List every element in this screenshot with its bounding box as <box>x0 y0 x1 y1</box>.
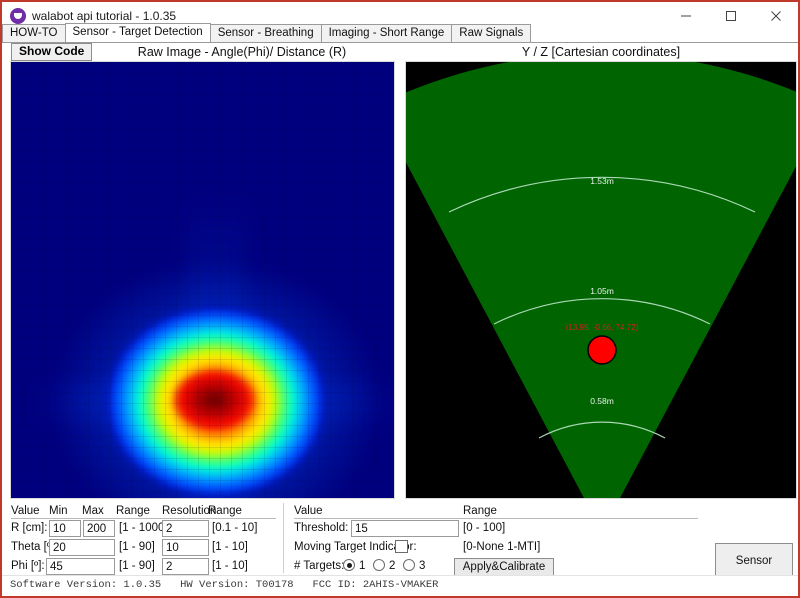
targets-radio-1-label: 1 <box>359 560 366 572</box>
cartesian-svg: 1.53m 1.05m 0.58m (13.99, -0.66, 74.72) <box>406 62 796 498</box>
r-max-input[interactable] <box>83 520 115 537</box>
r-min-input[interactable] <box>49 520 81 537</box>
cartesian-view[interactable]: 1.53m 1.05m 0.58m (13.99, -0.66, 74.72) <box>405 61 797 499</box>
tab-sensor-breathing[interactable]: Sensor - Breathing <box>209 24 322 42</box>
tab-strip: HOW-TO Sensor - Target Detection Sensor … <box>2 23 798 43</box>
theta-min-input[interactable] <box>49 539 115 556</box>
range-arc-label-1: 0.58m <box>590 396 614 406</box>
mti-checkbox[interactable] <box>395 540 408 553</box>
raw-image-heatmap[interactable] <box>10 61 395 499</box>
heatmap-peak <box>172 368 260 432</box>
threshold-range-label: [0 - 100] <box>463 522 506 534</box>
target-marker[interactable] <box>587 335 617 365</box>
r-range-label: [1 - 1000] <box>119 522 168 534</box>
theta-resolution-range-label: [1 - 10] <box>212 541 248 553</box>
sensor-wedge <box>406 62 796 498</box>
header-min: Min <box>49 505 68 517</box>
status-text: Software Version: 1.0.35 HW Version: T00… <box>10 579 439 591</box>
control-panel: Value Min Max Range Resolution Range R [… <box>2 501 798 576</box>
phi-resolution-range-label: [1 - 10] <box>212 560 248 572</box>
tab-sensor-target-detection[interactable]: Sensor - Target Detection <box>64 23 211 42</box>
range-arc-label-3: 1.53m <box>590 176 614 186</box>
phi-range-label: [1 - 90] <box>119 560 155 572</box>
targets-radio-2[interactable] <box>373 559 385 571</box>
tab-raw-signals[interactable]: Raw Signals <box>451 24 532 42</box>
header-underline-right <box>294 518 698 519</box>
theta-range-label: [1 - 90] <box>119 541 155 553</box>
group-separator <box>283 503 284 573</box>
mti-range-label: [0-None 1-MTI] <box>463 541 541 553</box>
header-range-2: Range <box>208 505 242 517</box>
row-label-phi: Phi [º]: <box>11 560 45 572</box>
left-panel-title: Raw Image - Angle(Phi)/ Distance (R) <box>137 45 347 59</box>
header-value-right: Value <box>294 505 323 517</box>
status-bar: Software Version: 1.0.35 HW Version: T00… <box>2 575 798 596</box>
r-resolution-range-label: [0.1 - 10] <box>212 522 258 534</box>
phi-min-input[interactable] <box>46 558 115 575</box>
phi-resolution-input[interactable] <box>162 558 209 575</box>
theta-resolution-input[interactable] <box>162 539 209 556</box>
row-label-r: R [cm]: <box>11 522 48 534</box>
show-code-button[interactable]: Show Code <box>11 43 93 61</box>
targets-radio-3-label: 3 <box>419 560 426 572</box>
header-value: Value <box>11 505 40 517</box>
header-range-1: Range <box>116 505 150 517</box>
header-range-right: Range <box>463 505 497 517</box>
header-underline-left <box>11 518 276 519</box>
targets-radio-1[interactable] <box>343 559 355 571</box>
target-coordinates-label: (13.99, -0.66, 74.72) <box>566 323 639 332</box>
tab-how-to[interactable]: HOW-TO <box>2 24 66 42</box>
threshold-label: Threshold: <box>294 522 349 534</box>
application-window: walabot api tutorial - 1.0.35 HOW-TO Sen… <box>0 0 800 598</box>
targets-label: # Targets: <box>294 560 345 572</box>
targets-radio-2-label: 2 <box>389 560 396 572</box>
walabot-logo-icon <box>10 8 26 24</box>
threshold-input[interactable] <box>351 520 459 537</box>
sensor-tutorial-button[interactable]: Sensor Tutorial <box>715 543 793 596</box>
r-resolution-input[interactable] <box>162 520 209 537</box>
targets-radio-3[interactable] <box>403 559 415 571</box>
range-arc-label-2: 1.05m <box>590 286 614 296</box>
header-max: Max <box>82 505 104 517</box>
right-panel-title: Y / Z [Cartesian coordinates] <box>521 45 681 59</box>
window-title: walabot api tutorial - 1.0.35 <box>32 9 177 23</box>
tab-imaging-short-range[interactable]: Imaging - Short Range <box>320 24 453 42</box>
apply-calibrate-button[interactable]: Apply&Calibrate <box>454 558 554 576</box>
